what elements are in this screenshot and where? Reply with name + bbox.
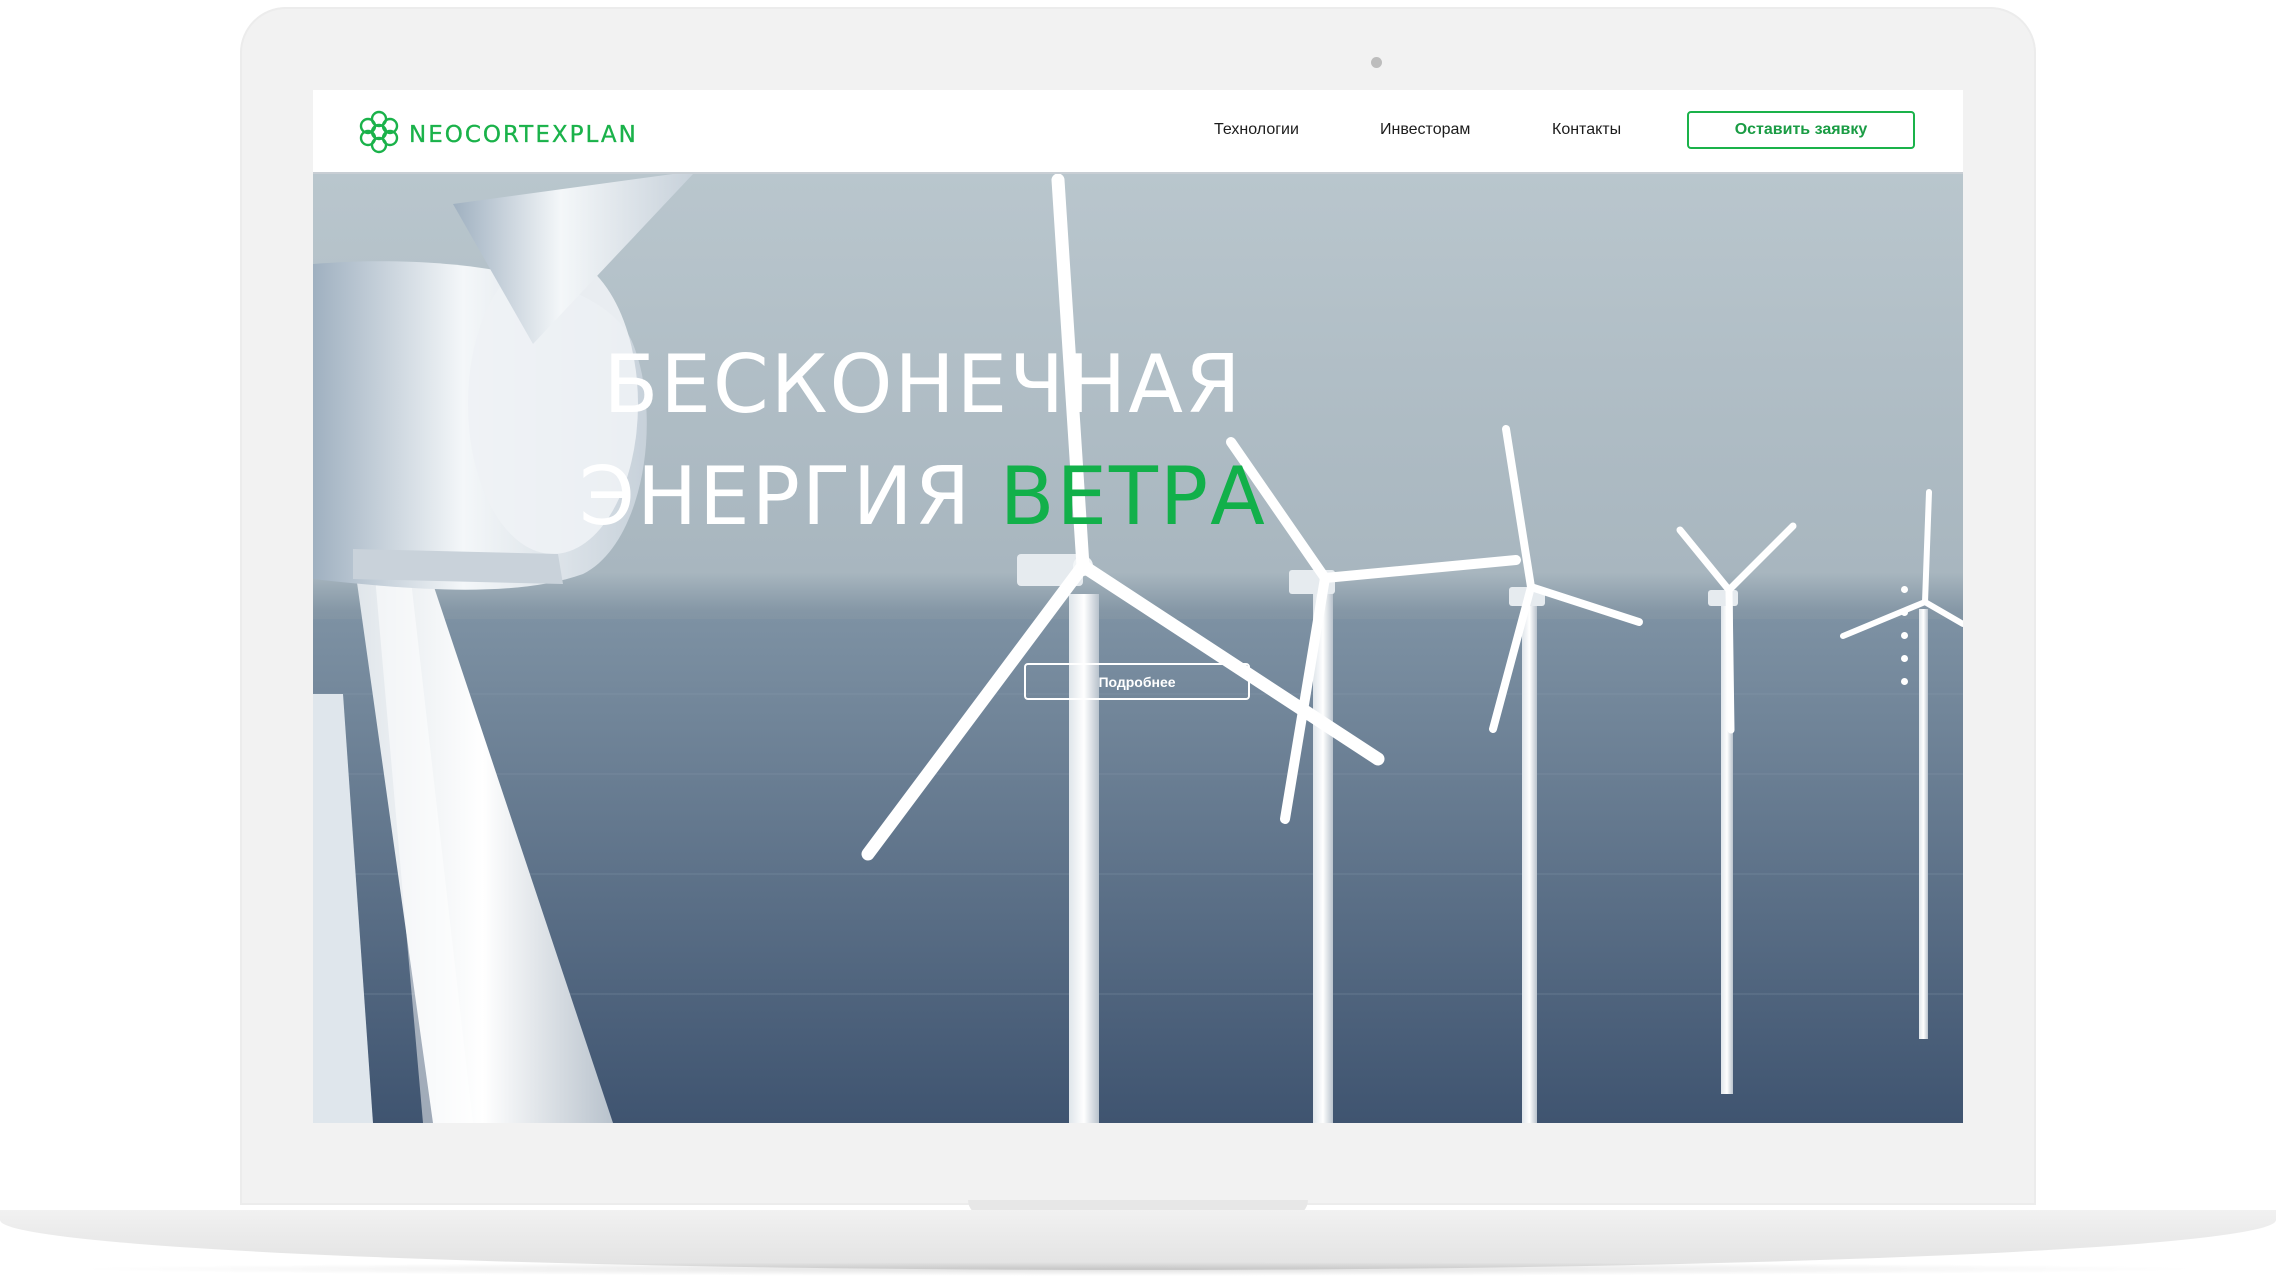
slider-dot[interactable] <box>1901 655 1908 662</box>
slider-dot[interactable] <box>1901 678 1908 685</box>
nav-link-contacts[interactable]: Контакты <box>1552 121 1621 139</box>
nav-link-investors[interactable]: Инвесторам <box>1380 121 1470 139</box>
headline-line-1: БЕСКОНЕЧНАЯ <box>603 338 1243 431</box>
brand-name: NEOCORTEXPLAN <box>409 121 638 148</box>
slider-pagination <box>1901 586 1908 701</box>
request-button[interactable]: Оставить заявку <box>1687 111 1915 149</box>
more-button[interactable]: Подробнее <box>1024 663 1250 700</box>
browser-screen: NEOCORTEXPLAN Технологии Инвесторам Конт… <box>313 90 1963 1123</box>
laptop-shadow <box>60 1262 2216 1276</box>
site-logo[interactable]: NEOCORTEXPLAN <box>357 110 638 159</box>
wind-turbines-illustration <box>313 174 1963 1123</box>
camera-dot <box>1371 57 1382 68</box>
nav-link-technologies[interactable]: Технологии <box>1214 121 1299 139</box>
slider-dot[interactable] <box>1901 586 1908 593</box>
slider-dot[interactable] <box>1901 609 1908 616</box>
slider-dot[interactable] <box>1901 632 1908 639</box>
headline-line-2: ЭНЕРГИЯ ВЕТРА <box>313 441 1533 553</box>
hero-headline: БЕСКОНЕЧНАЯ ЭНЕРГИЯ ВЕТРА <box>313 329 1533 553</box>
headline-word-wind: ВЕТРА <box>999 450 1267 543</box>
headline-word-energy: ЭНЕРГИЯ <box>579 450 973 543</box>
hero-section: БЕСКОНЕЧНАЯ ЭНЕРГИЯ ВЕТРА Подробнее <box>313 174 1963 1123</box>
hexagon-cluster-icon <box>357 110 401 159</box>
laptop-base <box>0 1210 2276 1270</box>
site-header: NEOCORTEXPLAN Технологии Инвесторам Конт… <box>313 90 1963 174</box>
